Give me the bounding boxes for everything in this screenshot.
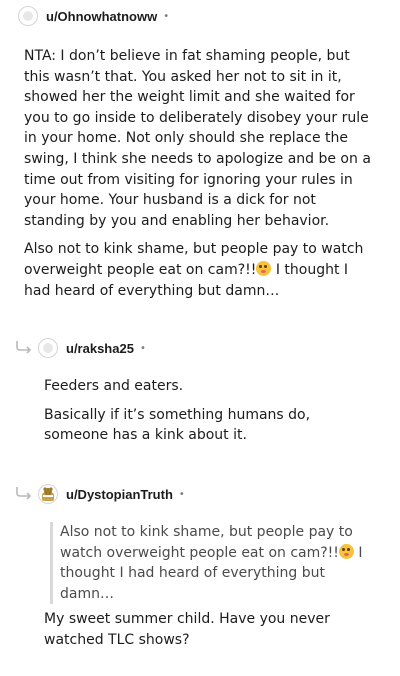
separator-dot: • <box>163 10 170 22</box>
username[interactable]: u/raksha25 <box>66 341 134 356</box>
separator-dot: • <box>139 342 146 354</box>
reply-arrow-icon <box>16 487 32 500</box>
flushed-face-emoji-icon <box>338 543 354 559</box>
username[interactable]: u/DystopianTruth <box>66 487 173 502</box>
comment-body: My sweet summer child. Have you never wa… <box>44 609 374 658</box>
avatar[interactable] <box>38 484 58 504</box>
avatar[interactable] <box>38 338 58 358</box>
comment-thread: u/Ohnowhatnoww • NTA: I don’t believe in… <box>0 0 400 676</box>
blockquote: Also not to kink shame, but people pay t… <box>50 522 370 605</box>
flushed-face-emoji-icon <box>256 260 272 276</box>
comment-paragraph: Also not to kink shame, but people pay t… <box>24 241 364 299</box>
comment-paragraph: NTA: I don’t believe in fat shaming peop… <box>24 48 371 229</box>
comment-body: NTA: I don’t believe in fat shaming peop… <box>24 46 374 309</box>
comment-paragraph: Basically if it’s something humans do, s… <box>44 406 311 444</box>
separator-dot: • <box>178 488 185 500</box>
comment-header: u/raksha25 • <box>38 338 146 358</box>
reply-arrow-icon <box>16 341 32 354</box>
comment-header: u/Ohnowhatnoww • <box>18 6 169 26</box>
comment-body: Feeders and eaters. Basically if it’s so… <box>44 376 374 454</box>
comment-paragraph: My sweet summer child. Have you never wa… <box>44 611 330 648</box>
username[interactable]: u/Ohnowhatnoww <box>46 9 157 24</box>
comment-header: u/DystopianTruth • <box>38 484 185 504</box>
avatar[interactable] <box>18 6 38 26</box>
comment-paragraph: Feeders and eaters. <box>44 378 184 394</box>
